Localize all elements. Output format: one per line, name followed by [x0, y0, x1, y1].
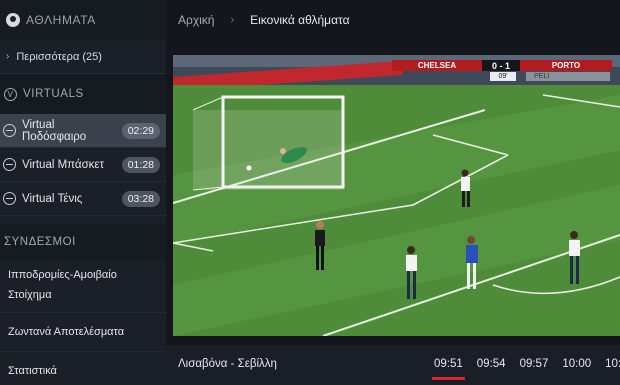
breadcrumb-separator: ›	[230, 14, 235, 26]
basketball-icon	[3, 158, 16, 171]
event-time-tab[interactable]: 09:57	[520, 358, 549, 370]
sidebar-item-label: Virtual Τένις	[22, 192, 83, 205]
event-time-tab[interactable]: 09:54	[477, 358, 506, 370]
match-clock: 09'	[490, 72, 516, 81]
match-name: Λισαβόνα - Σεβίλλη	[178, 358, 277, 370]
links-header: ΣΥΝΔΕΣΜΟΙ	[0, 224, 166, 260]
sidebar-item-label: Virtual Ποδόσφαιρο	[22, 118, 87, 143]
pitch-scene	[173, 55, 620, 336]
match-bar: Λισαβόνα - Σεβίλλη 09:51 09:54 09:57 10:…	[166, 345, 620, 385]
football-icon	[3, 124, 16, 137]
sidebar-item-virtual-tennis[interactable]: Virtual Τένις 03:28	[0, 182, 166, 216]
chevron-right-icon: ›	[6, 51, 10, 62]
link-live-results[interactable]: Ζωντανά Αποτελέσματα	[0, 313, 166, 352]
event-time-tab[interactable]: 10:00	[562, 358, 591, 370]
match-score: 0 - 1	[482, 60, 520, 71]
sports-logo-icon	[6, 13, 20, 27]
event-times: 09:51 09:54 09:57 10:00 10:	[432, 358, 620, 380]
countdown-badge: 01:28	[121, 156, 160, 173]
countdown-badge: 02:29	[121, 122, 160, 139]
sidebar-item-virtual-basketball[interactable]: Virtual Μπάσκετ 01:28	[0, 148, 166, 182]
sidebar-header: ΑΘΛΗΜΑΤΑ	[0, 0, 166, 40]
breadcrumb: Αρχική › Εικονικά αθλήματα	[166, 0, 620, 40]
link-statistics[interactable]: Στατιστικά	[0, 352, 166, 385]
more-sports-label: Περισσότερα (25)	[16, 50, 102, 63]
virtuals-header: V VIRTUALS	[0, 74, 166, 114]
virtuals-icon: V	[4, 87, 17, 101]
countdown-badge: 03:28	[121, 190, 160, 207]
sidebar-item-virtual-football[interactable]: Virtual Ποδόσφαιρο 02:29	[0, 114, 166, 148]
breadcrumb-current: Εικονικά αθλήματα	[250, 13, 350, 27]
overlay-extra: PELI	[526, 72, 610, 81]
match-video[interactable]	[173, 55, 620, 336]
sidebar: ΑΘΛΗΜΑΤΑ › Περισσότερα (25) V VIRTUALS V…	[0, 0, 166, 385]
event-time-tab[interactable]: 10:	[605, 358, 620, 370]
sidebar-item-label: Virtual Μπάσκετ	[22, 158, 105, 171]
virtuals-title: VIRTUALS	[23, 88, 84, 100]
ball	[246, 165, 252, 171]
breadcrumb-home[interactable]: Αρχική	[178, 13, 214, 27]
link-horse-racing[interactable]: Ιπποδρομίες-Αμοιβαίο Στοίχημα	[0, 260, 166, 313]
event-time-tab[interactable]: 09:51	[432, 358, 465, 380]
home-team: CHELSEA	[392, 60, 482, 71]
tennis-ball-icon	[3, 192, 16, 205]
score-overlay: CHELSEA 0 - 1 PORTO 09' PELI	[392, 60, 614, 81]
sidebar-title: ΑΘΛΗΜΑΤΑ	[26, 13, 96, 27]
more-sports-toggle[interactable]: › Περισσότερα (25)	[0, 40, 166, 74]
away-team: PORTO	[520, 60, 612, 71]
